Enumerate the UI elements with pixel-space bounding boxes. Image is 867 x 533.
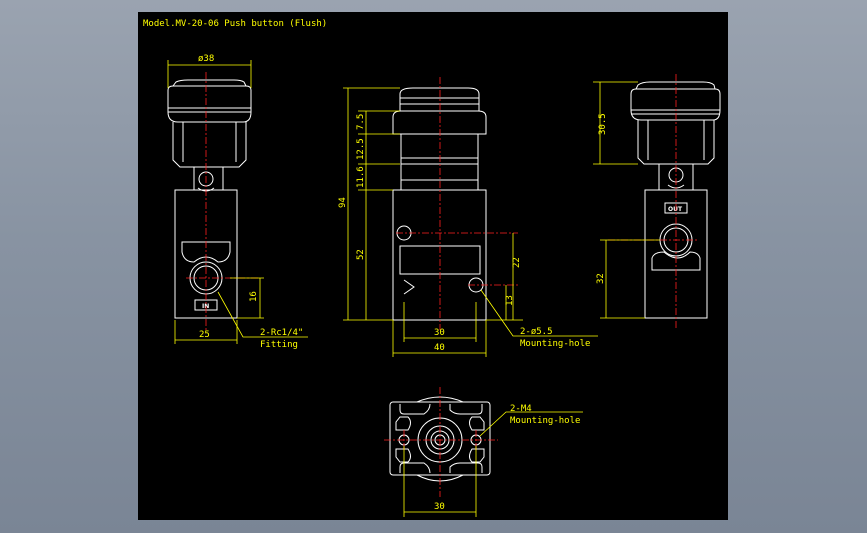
front-view: 94 7.5 12.5 11.6 52 22 13 30 40 2-ø5.5 M… xyxy=(338,77,598,357)
dim-height-30-5: 30.5 xyxy=(598,113,608,135)
drawing-title: Model.MV-20-06 Push button (Flush) xyxy=(143,19,327,29)
right-view: OUT 30.5 32 xyxy=(593,74,721,330)
dim-height-13: 13 xyxy=(505,295,515,306)
callout-fitting-line2: Fitting xyxy=(260,340,298,350)
dim-height-12-5: 12.5 xyxy=(356,138,366,160)
bottom-view: 30 2-M4 Mounting-hole xyxy=(384,387,583,517)
dim-height-11-6: 11.6 xyxy=(356,166,366,188)
dim-width-30-bottom: 30 xyxy=(434,502,445,512)
dim-diameter-38: ø38 xyxy=(198,54,214,64)
callout-mount-front-line1: 2-ø5.5 xyxy=(520,327,553,337)
dim-height-52: 52 xyxy=(356,249,366,260)
dim-height-32: 32 xyxy=(596,273,606,284)
dim-height-22: 22 xyxy=(512,257,522,268)
dim-height-16: 16 xyxy=(249,291,259,302)
technical-drawing: Model.MV-20-06 Push button (Flush) IN ø3… xyxy=(143,19,721,517)
callout-mount-bottom-line2: Mounting-hole xyxy=(510,416,580,426)
dim-height-94: 94 xyxy=(338,197,348,208)
dim-width-25: 25 xyxy=(199,330,210,340)
dim-width-40: 40 xyxy=(434,343,445,353)
port-label-out: OUT xyxy=(668,206,683,213)
drawing-canvas: Model.MV-20-06 Push button (Flush) IN ø3… xyxy=(138,12,728,520)
callout-mount-bottom-line1: 2-M4 xyxy=(510,404,532,414)
dim-height-7-5: 7.5 xyxy=(356,114,366,130)
callout-mount-front-line2: Mounting-hole xyxy=(520,339,590,349)
left-view: IN ø38 25 16 2-Rc1/4" Fitting xyxy=(167,54,308,350)
callout-fitting-line1: 2-Rc1/4" xyxy=(260,328,303,338)
dim-width-30-front: 30 xyxy=(434,328,445,338)
